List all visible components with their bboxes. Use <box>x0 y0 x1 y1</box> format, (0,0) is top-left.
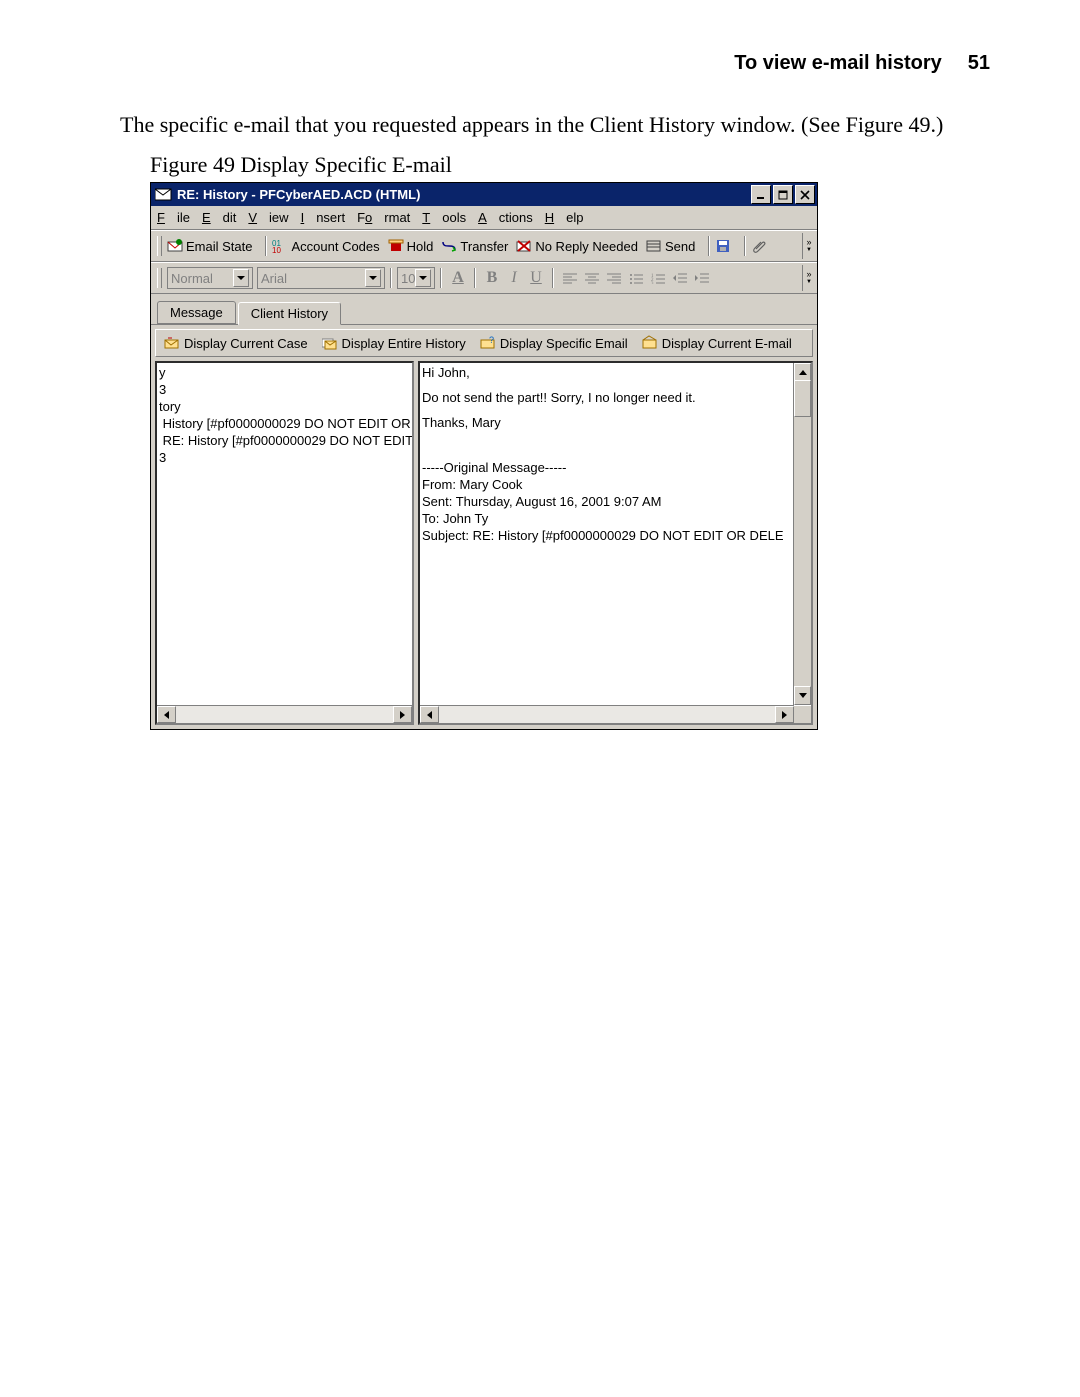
format-toolbar: Normal Arial 10 A B I U 123 <box>151 262 817 294</box>
transfer-button[interactable]: Transfer <box>441 238 508 254</box>
display-current-case-button[interactable]: Display Current Case <box>160 335 308 351</box>
tab-message[interactable]: Message <box>157 301 236 324</box>
svg-text:3: 3 <box>651 282 654 284</box>
chevron-down-icon <box>415 269 431 287</box>
format-grip[interactable] <box>157 268 162 288</box>
hold-icon <box>388 238 404 254</box>
mail-icon <box>155 188 172 201</box>
account-codes-icon: 0110 <box>272 238 288 254</box>
mail-open-icon <box>642 335 658 351</box>
right-hscroll[interactable] <box>420 705 794 723</box>
svg-text:10: 10 <box>272 246 281 254</box>
align-left-button[interactable] <box>559 267 581 289</box>
font-color-button[interactable]: A <box>447 267 469 289</box>
account-codes-button[interactable]: 0110 Account Codes <box>272 238 379 254</box>
scroll-corner <box>794 706 811 723</box>
attach-button[interactable] <box>751 238 767 254</box>
email-state-button[interactable]: Email State <box>167 238 252 254</box>
maximize-button[interactable] <box>773 185 793 204</box>
folder-mail-icon <box>164 335 180 351</box>
menu-view[interactable]: View <box>248 210 288 225</box>
menu-actions[interactable]: Actions <box>478 210 533 225</box>
page-number: 51 <box>968 52 990 75</box>
no-reply-icon <box>516 238 532 254</box>
tab-client-history[interactable]: Client History <box>238 302 341 325</box>
mail-question-icon: ? <box>480 335 496 351</box>
window-title: RE: History - PFCyberAED.ACD (HTML) <box>177 187 420 202</box>
mails-icon <box>322 335 338 351</box>
display-entire-history-button[interactable]: Display Entire History <box>318 335 466 351</box>
chevron-down-icon <box>233 269 249 287</box>
toolbar-overflow[interactable]: »▼ <box>802 233 815 259</box>
email-state-icon <box>167 238 183 254</box>
menu-file[interactable]: File <box>157 210 190 225</box>
scroll-thumb[interactable] <box>794 380 811 417</box>
menu-tools[interactable]: Tools <box>422 210 466 225</box>
menubar: File Edit View Insert Format Tools Actio… <box>151 206 817 230</box>
page-header: To view e-mail history 51 <box>120 52 990 75</box>
underline-button[interactable]: U <box>525 267 547 289</box>
figure-caption: Figure 49 Display Specific E-mail <box>150 152 452 178</box>
transfer-icon <box>441 238 457 254</box>
left-hscroll[interactable] <box>157 705 412 723</box>
app-window: RE: History - PFCyberAED.ACD (HTML) File… <box>150 182 818 730</box>
svg-text:?: ? <box>489 335 494 345</box>
main-toolbar: Email State 0110 Account Codes Hold Tran… <box>151 230 817 262</box>
scroll-left-button[interactable] <box>157 706 176 723</box>
numbering-button[interactable]: 123 <box>647 267 669 289</box>
titlebar[interactable]: RE: History - PFCyberAED.ACD (HTML) <box>151 183 817 206</box>
scroll-right-button[interactable] <box>775 706 794 723</box>
chevron-down-icon <box>365 269 381 287</box>
menu-format[interactable]: Format <box>357 210 410 225</box>
menu-help[interactable]: Help <box>545 210 584 225</box>
minimize-button[interactable] <box>751 185 771 204</box>
right-vscroll[interactable] <box>793 363 811 705</box>
paperclip-icon <box>751 238 767 254</box>
hold-button[interactable]: Hold <box>388 238 434 254</box>
align-right-button[interactable] <box>603 267 625 289</box>
bullets-button[interactable] <box>625 267 647 289</box>
indent-button[interactable] <box>691 267 713 289</box>
display-specific-email-button[interactable]: ? Display Specific Email <box>476 335 628 351</box>
format-overflow[interactable]: »▼ <box>802 265 815 291</box>
tab-strip: Message Client History <box>151 294 817 324</box>
header-title: To view e-mail history <box>734 52 941 75</box>
scroll-right-button[interactable] <box>393 706 412 723</box>
toolbar-grip[interactable] <box>157 236 162 256</box>
menu-insert[interactable]: Insert <box>301 210 346 225</box>
outdent-button[interactable] <box>669 267 691 289</box>
bold-button[interactable]: B <box>481 267 503 289</box>
send-button[interactable]: Send <box>646 238 695 254</box>
body-sentence: The specific e-mail that you requested a… <box>120 110 1020 140</box>
send-icon <box>646 238 662 254</box>
history-toolbar: Display Current Case Display Entire Hist… <box>155 329 813 357</box>
display-current-email-button[interactable]: Display Current E-mail <box>638 335 792 351</box>
no-reply-button[interactable]: No Reply Needed <box>516 238 638 254</box>
style-combo[interactable]: Normal <box>167 267 253 289</box>
menu-edit[interactable]: Edit <box>202 210 236 225</box>
size-combo[interactable]: 10 <box>397 267 435 289</box>
floppy-icon <box>715 238 731 254</box>
history-list[interactable]: y 3 tory History [#pf0000000029 DO NOT E… <box>157 363 412 723</box>
align-center-button[interactable] <box>581 267 603 289</box>
font-combo[interactable]: Arial <box>257 267 385 289</box>
scroll-down-button[interactable] <box>794 686 811 705</box>
email-body: Hi John, Do not send the part!! Sorry, I… <box>420 363 811 723</box>
close-button[interactable] <box>795 185 815 204</box>
scroll-left-button[interactable] <box>420 706 439 723</box>
email-preview-pane[interactable]: Hi John, Do not send the part!! Sorry, I… <box>418 361 813 725</box>
history-list-pane[interactable]: y 3 tory History [#pf0000000029 DO NOT E… <box>155 361 414 725</box>
italic-button[interactable]: I <box>503 267 525 289</box>
save-button[interactable] <box>715 238 731 254</box>
